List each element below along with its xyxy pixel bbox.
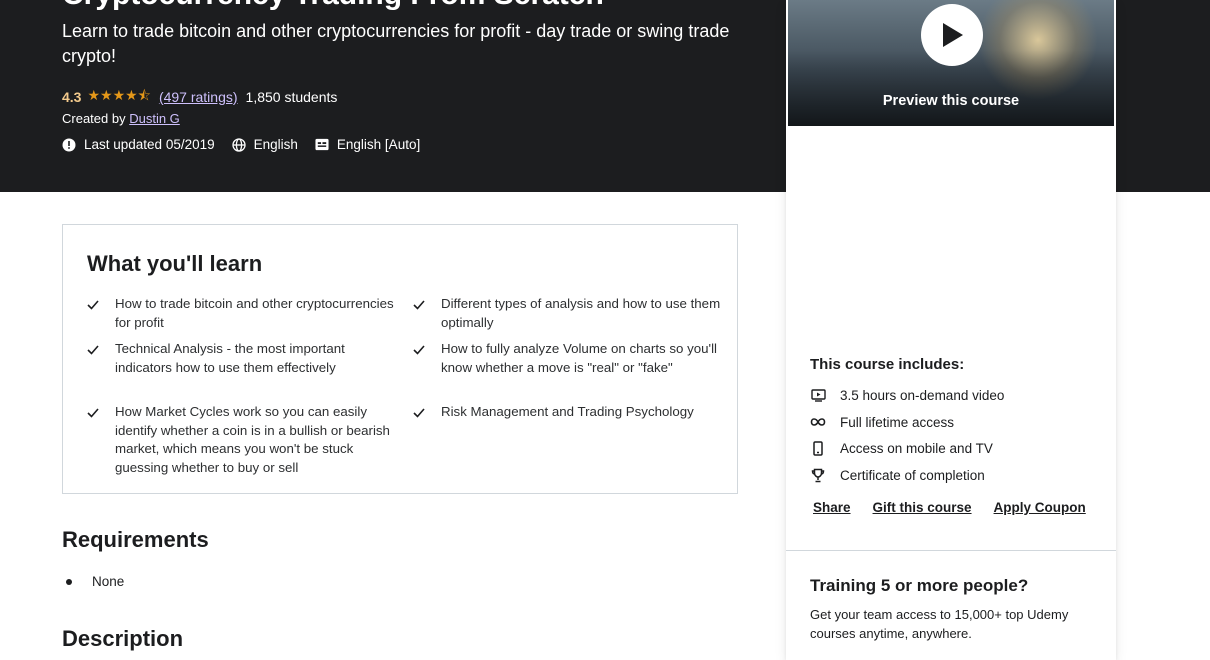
learn-title: What you'll learn — [87, 251, 263, 276]
captions-text: English [Auto] — [336, 137, 421, 152]
last-updated: Last updated 05/2019 — [62, 137, 215, 152]
infinity-icon — [810, 414, 826, 430]
play-icon — [943, 23, 963, 47]
course-preview[interactable]: Preview this course — [788, 0, 1114, 126]
check-icon — [87, 295, 99, 332]
learn-item-text: How Market Cycles work so you can easily… — [115, 404, 390, 475]
created-by: Created by Dustin G — [62, 111, 180, 126]
team-training-title: Training 5 or more people? — [810, 576, 1029, 595]
student-count: 1,850 students — [245, 89, 338, 105]
check-icon — [413, 340, 425, 377]
learn-item-text: How to fully analyze Volume on charts so… — [441, 341, 718, 375]
requirement-item: None — [66, 574, 124, 589]
include-label: 3.5 hours on-demand video — [840, 387, 1005, 403]
language: English — [231, 137, 298, 152]
include-label: Access on mobile and TV — [840, 440, 993, 456]
language-text: English — [253, 137, 298, 152]
preview-label: Preview this course — [882, 93, 1020, 109]
author-link[interactable]: Dustin G — [129, 111, 180, 126]
includes-title: This course includes: — [810, 356, 965, 373]
learn-item-text: Risk Management and Trading Psychology — [441, 404, 694, 419]
star-rating-icon: ★★★★⯪ — [87, 87, 151, 103]
learn-item: How Market Cycles work so you can easily… — [87, 403, 397, 477]
ratings-link[interactable]: (497 ratings) — [159, 89, 238, 105]
check-icon — [87, 340, 99, 377]
requirements-title: Requirements — [62, 527, 209, 552]
sidebar-actions: Share Gift this course Apply Coupon — [813, 500, 1086, 515]
purchase-sidebar: Preview this course This course includes… — [786, 0, 1116, 660]
learn-item-text: Different types of analysis and how to u… — [441, 296, 721, 330]
learn-item: How to fully analyze Volume on charts so… — [413, 340, 723, 377]
description-title: Description — [62, 626, 184, 651]
alert-icon — [62, 138, 76, 152]
what-you-will-learn: What you'll learn How to trade bitcoin a… — [62, 224, 738, 494]
check-icon — [87, 403, 99, 477]
learn-item: Different types of analysis and how to u… — [413, 295, 723, 332]
include-label: Full lifetime access — [840, 414, 955, 430]
rating-value: 4.3 — [62, 89, 82, 105]
rating-row: 4.3 ★★★★⯪ (497 ratings) 1,850 students — [62, 85, 337, 109]
course-subtitle: Learn to trade bitcoin and other cryptoc… — [62, 21, 730, 66]
mobile-icon — [810, 440, 826, 456]
gift-course-button[interactable]: Gift this course — [873, 500, 972, 515]
bullet-icon — [66, 578, 72, 585]
learn-item: Risk Management and Trading Psychology — [413, 403, 723, 424]
requirement-text: None — [92, 574, 125, 589]
video-icon — [810, 387, 826, 403]
include-item-video: 3.5 hours on-demand video — [810, 387, 1004, 403]
learn-item: How to trade bitcoin and other cryptocur… — [87, 295, 397, 332]
share-button[interactable]: Share — [813, 500, 851, 515]
check-icon — [413, 295, 425, 332]
team-training-text: Get your team access to 15,000+ top Udem… — [810, 607, 1069, 641]
include-item-lifetime: Full lifetime access — [810, 414, 954, 430]
course-meta: Last updated 05/2019 English English [Au… — [62, 137, 437, 152]
globe-icon — [231, 137, 246, 152]
divider — [786, 550, 1116, 551]
closed-captions-icon — [315, 138, 329, 152]
include-label: Certificate of completion — [840, 467, 985, 483]
check-icon — [413, 403, 425, 424]
learn-item: Technical Analysis - the most important … — [87, 340, 397, 377]
include-item-mobile: Access on mobile and TV — [810, 440, 993, 456]
course-title: Cryptocurrency Trading From Scratch — [62, 0, 604, 12]
created-by-label: Created by — [62, 111, 126, 126]
last-updated-text: Last updated 05/2019 — [84, 137, 215, 152]
trophy-icon — [810, 467, 826, 483]
learn-item-text: Technical Analysis - the most important … — [115, 341, 345, 375]
include-item-certificate: Certificate of completion — [810, 467, 985, 483]
learn-item-text: How to trade bitcoin and other cryptocur… — [115, 296, 394, 330]
apply-coupon-button[interactable]: Apply Coupon — [994, 500, 1086, 515]
captions: English [Auto] — [315, 137, 420, 152]
play-button[interactable] — [921, 4, 983, 66]
